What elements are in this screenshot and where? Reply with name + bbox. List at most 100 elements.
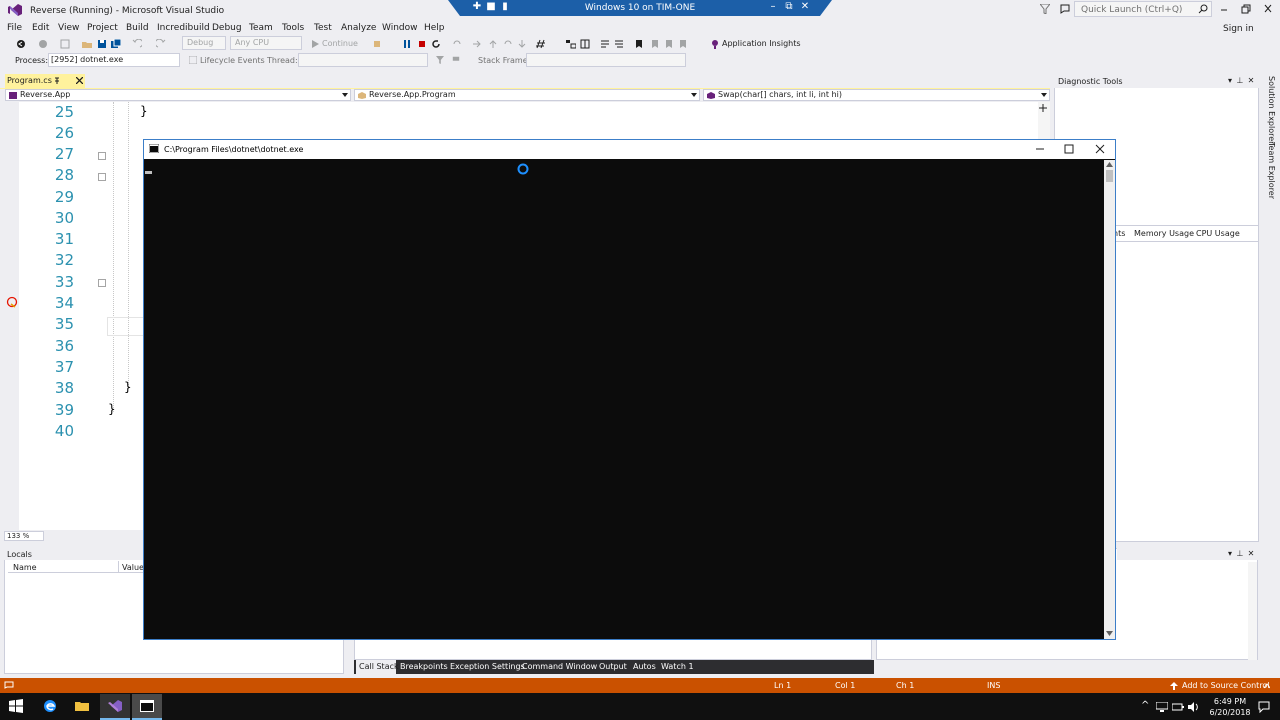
- undo-icon[interactable]: [132, 39, 142, 49]
- menu-team[interactable]: Team: [249, 23, 273, 33]
- lock-icon[interactable]: ■: [486, 2, 496, 12]
- restore-window-icon[interactable]: [1239, 3, 1253, 15]
- arrow-up-icon[interactable]: [1170, 682, 1178, 690]
- feedback-filter-icon[interactable]: [1040, 4, 1050, 14]
- break-all-icon[interactable]: [402, 39, 412, 49]
- forward-icon[interactable]: [38, 39, 48, 49]
- continue-icon[interactable]: [310, 39, 320, 49]
- console-taskbar-icon[interactable]: [140, 699, 154, 713]
- add-to-source-control-button[interactable]: Add to Source Control: [1182, 681, 1270, 690]
- tab-breakpoints[interactable]: Breakpoints: [400, 662, 448, 671]
- process-dropdown[interactable]: [2952] dotnet.exe: [48, 53, 180, 67]
- rdp-minimize-icon[interactable]: –: [768, 2, 778, 12]
- network-icon[interactable]: [1156, 702, 1168, 712]
- console-window[interactable]: [143, 139, 1116, 640]
- scrollbar-thumb[interactable]: [1106, 170, 1113, 182]
- tab-program-cs[interactable]: Program.cs: [5, 74, 85, 88]
- action-center-icon[interactable]: [1258, 701, 1270, 713]
- menu-build[interactable]: Build: [126, 23, 149, 33]
- prev-bookmark-icon[interactable]: [650, 39, 660, 49]
- pin-icon[interactable]: ✚: [472, 2, 482, 12]
- save-all-icon[interactable]: [111, 39, 121, 49]
- sign-in-link[interactable]: Sign in: [1223, 24, 1254, 34]
- application-insights-button[interactable]: Application Insights: [722, 39, 801, 48]
- save-icon[interactable]: [97, 39, 107, 49]
- back-icon[interactable]: [16, 39, 26, 49]
- tab-autos[interactable]: Autos: [633, 662, 656, 671]
- menu-help[interactable]: Help: [424, 23, 445, 33]
- type-dropdown[interactable]: Reverse.App.Program: [354, 89, 700, 101]
- tab-team-explorer[interactable]: Team Explorer: [1262, 142, 1276, 199]
- menu-test[interactable]: Test: [314, 23, 332, 33]
- rdp-restore-icon[interactable]: ⧉: [784, 2, 794, 12]
- solution-configuration-dropdown[interactable]: Debug: [182, 36, 226, 50]
- pane-menu-icon[interactable]: ▾: [1226, 550, 1234, 558]
- menu-incredibuild[interactable]: Incredibuild: [157, 23, 210, 33]
- stop-debugging-icon[interactable]: [417, 39, 427, 49]
- hot-reload-icon[interactable]: [372, 39, 382, 49]
- file-explorer-icon[interactable]: [75, 699, 89, 713]
- tab-solution-explorer[interactable]: Solution Explorer: [1262, 76, 1276, 144]
- step-into-icon[interactable]: [472, 39, 482, 49]
- parallel-stacks-icon[interactable]: [580, 39, 590, 49]
- tab-output[interactable]: Output: [599, 662, 627, 671]
- pane-pin-icon[interactable]: ⊥: [1236, 550, 1244, 558]
- comment-icon[interactable]: [600, 39, 610, 49]
- bookmark-icon[interactable]: [634, 39, 644, 49]
- column-divider[interactable]: [118, 561, 119, 573]
- menu-debug[interactable]: Debug: [212, 23, 242, 33]
- member-dropdown[interactable]: Swap(char[] chars, int li, int hi): [703, 89, 1050, 101]
- new-project-icon[interactable]: [60, 39, 70, 49]
- show-hidden-icons-icon[interactable]: ^: [1141, 700, 1149, 711]
- collapse-toggle[interactable]: [98, 279, 106, 287]
- notification-flag-icon[interactable]: [1060, 4, 1070, 14]
- quick-launch-input[interactable]: Quick Launch (Ctrl+Q): [1074, 1, 1212, 17]
- uncomment-icon[interactable]: [614, 39, 624, 49]
- breakpoint-icon[interactable]: [6, 296, 18, 308]
- rdp-close-icon[interactable]: ✕: [800, 2, 810, 12]
- minimize-window-icon[interactable]: [1217, 3, 1231, 15]
- chevron-up-icon[interactable]: [1264, 683, 1270, 689]
- step-out-icon[interactable]: [503, 39, 513, 49]
- lifecycle-events-dropdown[interactable]: Lifecycle Events: [200, 56, 265, 65]
- tab-exception-settings[interactable]: Exception Settings: [450, 662, 525, 671]
- project-dropdown[interactable]: Reverse.App: [5, 89, 351, 101]
- pane-menu-icon[interactable]: ▾: [1226, 77, 1234, 85]
- pane-pin-icon[interactable]: ⊥: [1236, 77, 1244, 85]
- tab-command-window[interactable]: Command Window: [522, 662, 597, 671]
- next-bookmark-icon[interactable]: [664, 39, 674, 49]
- pane-close-icon[interactable]: ✕: [1247, 550, 1255, 558]
- tab-cpu-usage[interactable]: CPU Usage: [1196, 229, 1240, 238]
- console-minimize-icon[interactable]: [1034, 143, 1046, 155]
- scroll-down-icon[interactable]: [1106, 631, 1113, 636]
- clear-bookmarks-icon[interactable]: [678, 39, 688, 49]
- menu-file[interactable]: File: [7, 23, 22, 33]
- tab-memory-usage[interactable]: Memory Usage: [1134, 229, 1194, 238]
- split-editor-icon[interactable]: [1038, 103, 1048, 113]
- solution-platform-dropdown[interactable]: Any CPU: [230, 36, 302, 50]
- continue-button[interactable]: Continue: [322, 39, 358, 48]
- windows-start-icon[interactable]: [9, 699, 23, 713]
- thread-dropdown[interactable]: [298, 53, 428, 67]
- collapse-toggle[interactable]: [98, 152, 106, 160]
- column-value[interactable]: Value: [122, 563, 144, 572]
- thread-filter-icon[interactable]: [436, 56, 444, 64]
- close-tab-icon[interactable]: [76, 77, 83, 84]
- menu-window[interactable]: Window: [382, 23, 418, 33]
- close-window-icon[interactable]: [1261, 3, 1275, 15]
- show-next-statement-icon[interactable]: [452, 39, 462, 49]
- restart-icon[interactable]: [431, 39, 441, 49]
- edge-browser-icon[interactable]: [43, 699, 57, 713]
- pin-tab-icon[interactable]: [54, 77, 60, 85]
- hex-display-icon[interactable]: [536, 39, 546, 49]
- breakpoint-margin[interactable]: [0, 102, 19, 530]
- right-tool-scrollbar[interactable]: [1248, 562, 1257, 660]
- visual-studio-taskbar-icon[interactable]: [108, 699, 122, 713]
- threads-icon[interactable]: [566, 39, 576, 49]
- menu-analyze[interactable]: Analyze: [341, 23, 376, 33]
- console-maximize-icon[interactable]: [1063, 143, 1075, 155]
- thread-flag-icon[interactable]: [452, 56, 460, 64]
- console-close-icon[interactable]: [1094, 143, 1106, 155]
- redo-icon[interactable]: [156, 39, 166, 49]
- collapse-toggle[interactable]: [98, 173, 106, 181]
